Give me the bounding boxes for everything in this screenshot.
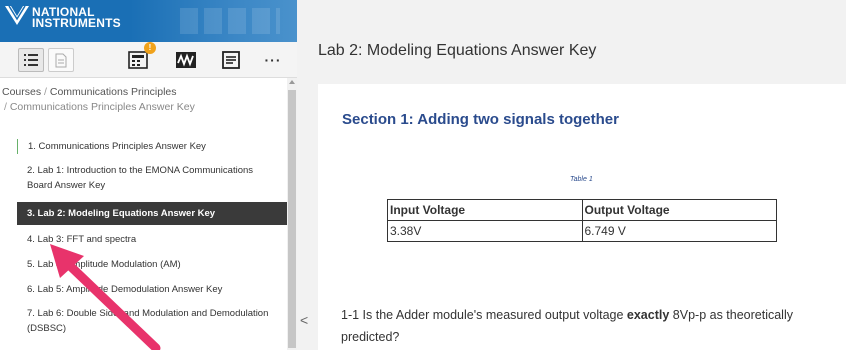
document-icon [55, 53, 67, 67]
table-caption: Table 1 [570, 176, 593, 183]
nav-item-2[interactable]: 2. Lab 1: Introduction to the EMONA Comm… [17, 163, 287, 193]
question-emphasis: exactly [626, 308, 670, 322]
breadcrumb-sub[interactable]: Communications Principles Answer Key [10, 101, 195, 113]
table-cell: 6.749 V [581, 220, 777, 242]
calculator-button[interactable]: ! [124, 42, 156, 72]
page-title: Lab 2: Modeling Equations Answer Key [318, 42, 597, 59]
table-row: 3.38V 6.749 V [387, 220, 777, 242]
nav-item-3-active[interactable]: 3. Lab 2: Modeling Equations Answer Key [17, 202, 287, 225]
sidebar-toolbar: ! ··· [0, 42, 297, 78]
brand-header: NATIONAL INSTRUMENTS [0, 0, 297, 42]
nav-item-1[interactable]: 1. Communications Principles Answer Key [17, 139, 287, 154]
scroll-up-icon[interactable] [289, 80, 295, 84]
more-options-icon: ··· [264, 52, 282, 68]
section-title: Section 1: Adding two signals together [342, 111, 619, 128]
notification-badge: ! [144, 42, 156, 54]
ni-logo[interactable]: NATIONAL INSTRUMENTS [4, 3, 140, 33]
question-text: 1-1 Is the Adder module's measured outpu… [341, 308, 793, 344]
voltage-table: Input Voltage Output Voltage 3.38V 6.749… [387, 199, 777, 242]
app-root: NATIONAL INSTRUMENTS ! ··· Courses / Com… [0, 0, 846, 350]
breadcrumb: Courses / Communications Principles / Co… [2, 86, 195, 113]
breadcrumb-current[interactable]: Communications Principles [50, 86, 177, 98]
more-options-button[interactable]: ··· [262, 48, 284, 72]
notes-button[interactable] [219, 48, 243, 72]
notes-icon [222, 51, 240, 69]
calculator-notification-icon [128, 51, 148, 69]
table-of-contents-icon [24, 54, 38, 66]
eagle-logo-icon [5, 5, 29, 25]
logo-text: NATIONAL INSTRUMENTS [32, 5, 121, 30]
table-of-contents-button[interactable] [18, 48, 44, 72]
main-content: Lab 2: Modeling Equations Answer Key < S… [297, 0, 846, 350]
content-card: Section 1: Adding two signals together T… [318, 84, 846, 350]
scrollbar-thumb[interactable] [288, 90, 296, 348]
table-header-row: Input Voltage Output Voltage [387, 199, 777, 221]
sidebar-scrollbar[interactable] [287, 78, 297, 350]
document-button[interactable] [48, 48, 74, 72]
breadcrumb-root[interactable]: Courses [2, 86, 41, 98]
waveform-icon [176, 52, 196, 68]
table-header: Input Voltage [387, 199, 583, 221]
table-cell: 3.38V [387, 220, 583, 242]
waveform-button[interactable] [173, 48, 199, 72]
annotation-arrow-icon [50, 244, 161, 350]
table-header: Output Voltage [581, 199, 777, 221]
collapse-sidebar-icon[interactable]: < [300, 312, 308, 328]
